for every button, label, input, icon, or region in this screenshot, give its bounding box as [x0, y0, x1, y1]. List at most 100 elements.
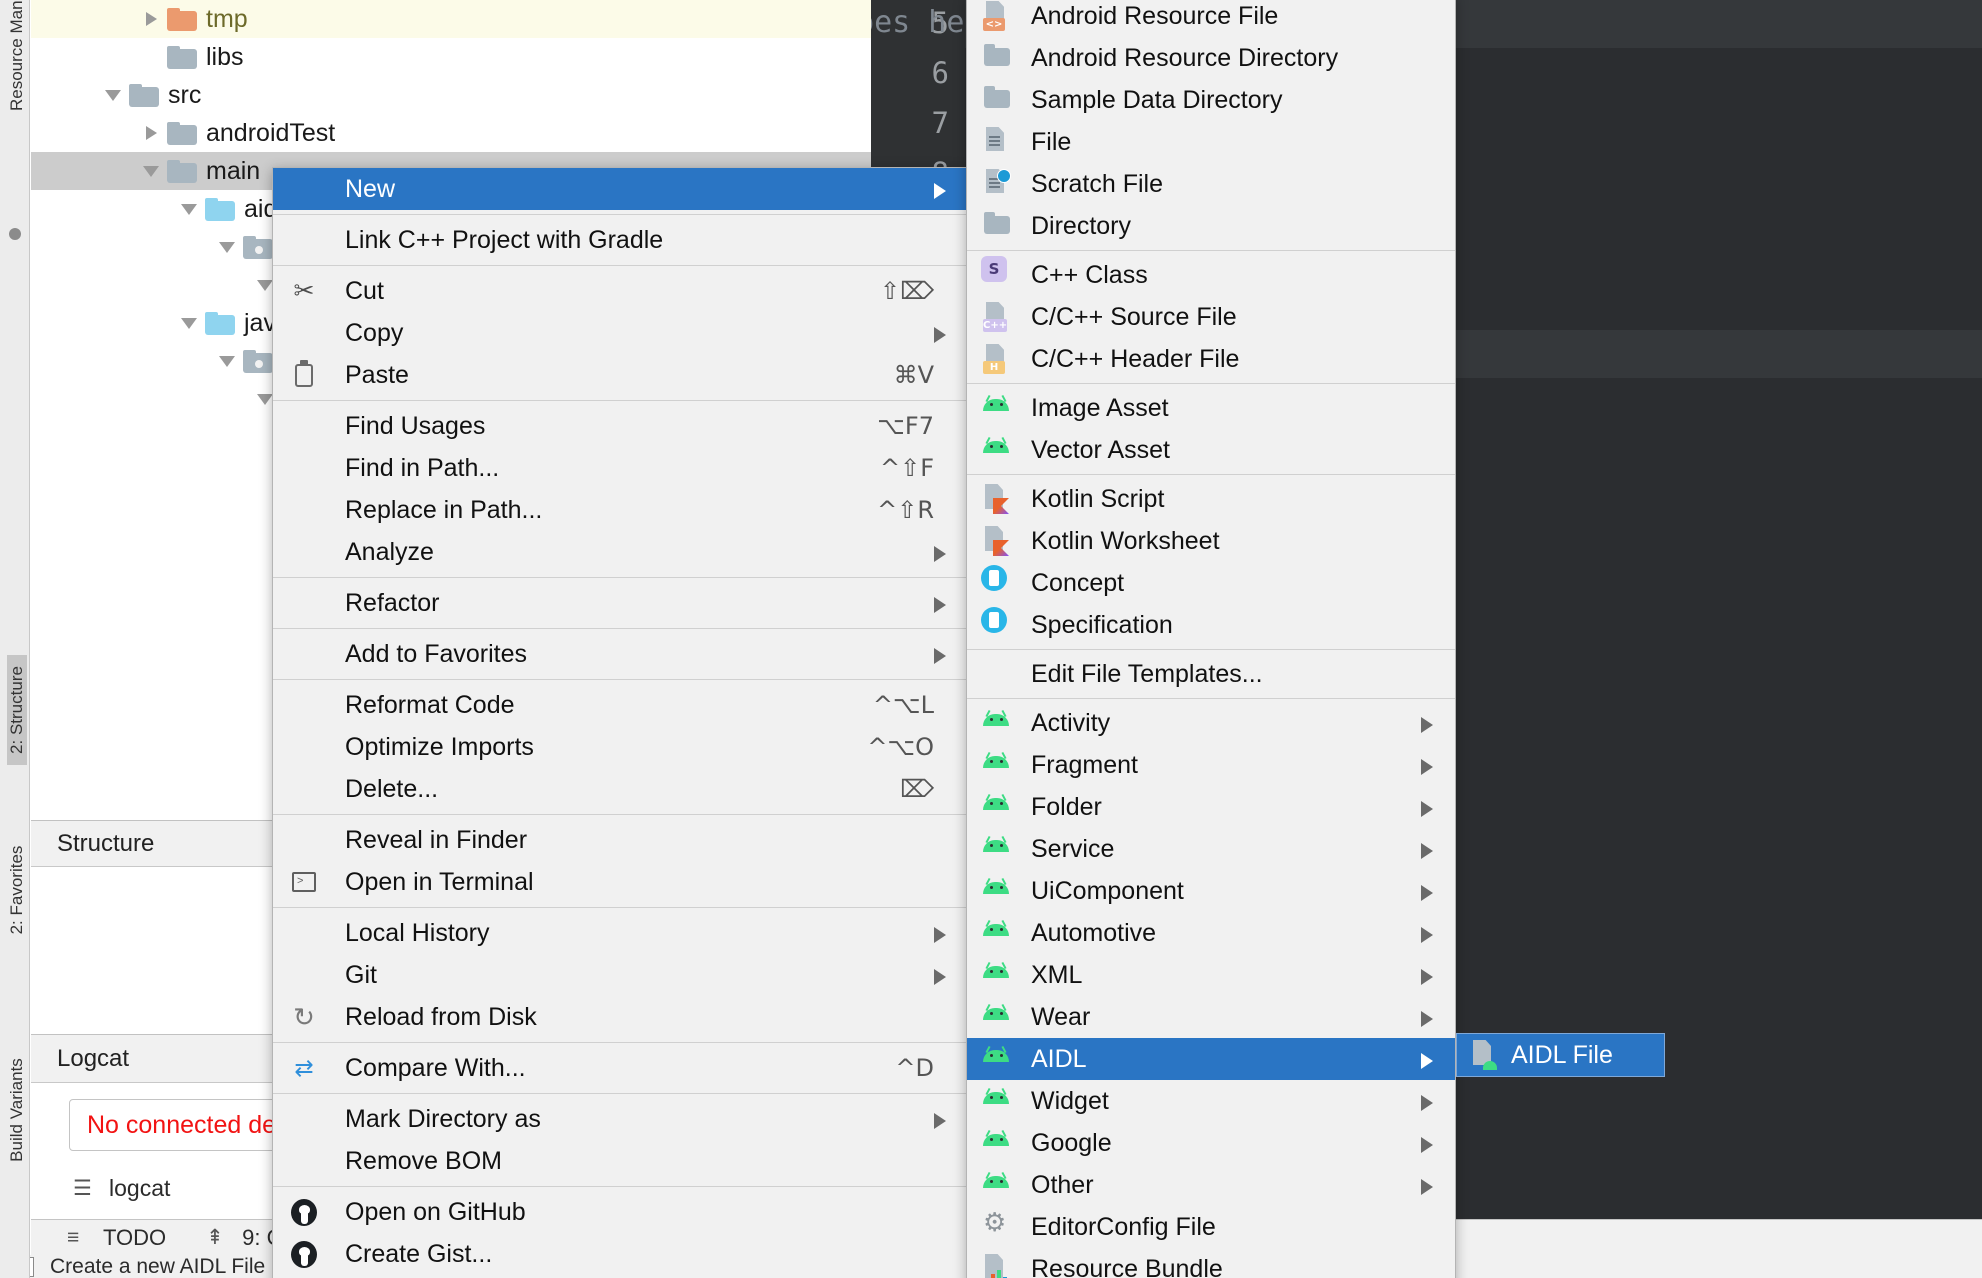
folder-icon — [243, 235, 273, 259]
chevron-right-icon[interactable] — [141, 8, 163, 30]
logcat-tab[interactable]: ☰ logcat — [73, 1175, 170, 1202]
context-menu-item-add-to-favorites[interactable]: Add to Favorites — [273, 633, 968, 675]
android-icon — [981, 394, 1011, 411]
context-menu-item-git[interactable]: Git — [273, 954, 968, 996]
new-submenu-item-wear[interactable]: Wear — [967, 996, 1455, 1038]
new-submenu-item-specification[interactable]: Specification — [967, 604, 1455, 646]
context-menu-item-reveal-in-finder[interactable]: Reveal in Finder — [273, 819, 968, 861]
new-submenu-item-c++-class[interactable]: S C++ Class — [967, 254, 1455, 296]
menu-separator — [967, 649, 1455, 650]
context-menu-item-reformat-code[interactable]: Reformat Code ^⌥L — [273, 684, 968, 726]
menu-separator — [273, 814, 968, 815]
branch-icon: ⇞ — [206, 1226, 224, 1249]
left-tool-strip[interactable]: Resource Manager 2: Structure 2: Favorit… — [0, 0, 30, 1278]
chevron-right-icon — [1421, 1011, 1433, 1027]
new-submenu-item-editorconfig-file[interactable]: ⚙ EditorConfig File — [967, 1206, 1455, 1248]
new-submenu-item-label: XML — [1031, 960, 1083, 989]
compare-icon: ⇄ — [294, 1054, 314, 1081]
context-menu-item-reload-from-disk[interactable]: ↻ Reload from Disk — [273, 996, 968, 1038]
new-submenu-item-scratch-file[interactable]: Scratch File — [967, 163, 1455, 205]
bottom-tab-todo[interactable]: ≡ TODO — [67, 1225, 166, 1251]
context-menu-item-paste[interactable]: Paste ⌘V — [273, 354, 968, 396]
new-submenu-item-concept[interactable]: Concept — [967, 562, 1455, 604]
chevron-down-icon[interactable] — [179, 312, 201, 334]
bottom-tab-todo-label: TODO — [103, 1224, 167, 1250]
context-menu-item-find-usages[interactable]: Find Usages ⌥F7 — [273, 405, 968, 447]
new-submenu-item-label: Automotive — [1031, 918, 1157, 947]
new-submenu-item-file[interactable]: File — [967, 121, 1455, 163]
tool-tab-resource-manager[interactable]: Resource Manager — [7, 0, 27, 111]
new-submenu-item-vector-asset[interactable]: Vector Asset — [967, 429, 1455, 471]
new-submenu-item-label: Android Resource File — [1031, 1, 1279, 30]
new-submenu-item-uicomponent[interactable]: UiComponent — [967, 870, 1455, 912]
tool-tab-build-variants[interactable]: Build Variants — [7, 1055, 27, 1165]
android-icon — [981, 436, 1011, 453]
context-menu-item-new[interactable]: New — [273, 168, 968, 210]
new-submenu-item-c/c++-header-file[interactable]: H C/C++ Header File — [967, 338, 1455, 380]
new-submenu-item-android-resource-directory[interactable]: Android Resource Directory — [967, 37, 1455, 79]
menu-separator — [967, 474, 1455, 475]
tool-tab-favorites[interactable]: 2: Favorites — [7, 835, 27, 945]
tree-row[interactable]: tmp — [31, 0, 871, 38]
context-menu-item-open-on-github[interactable]: Open on GitHub — [273, 1191, 968, 1233]
new-submenu-item-service[interactable]: Service — [967, 828, 1455, 870]
aidl-submenu-item-aidl-file[interactable]: AIDL File — [1456, 1033, 1665, 1077]
chevron-down-icon[interactable] — [217, 236, 239, 258]
context-menu-item-shortcut: ⇧⌦ — [879, 277, 934, 305]
context-menu-item-replace-in-path[interactable]: Replace in Path... ^⇧R — [273, 489, 968, 531]
new-submenu[interactable]: <> Android Resource File Android Resource … — [966, 0, 1456, 1278]
new-submenu-item-label: UiComponent — [1031, 876, 1184, 905]
new-submenu-item-label: Directory — [1031, 211, 1132, 240]
new-submenu-item-folder[interactable]: Folder — [967, 786, 1455, 828]
context-menu-item-cut[interactable]: ✂ Cut ⇧⌦ — [273, 270, 968, 312]
chevron-down-icon[interactable] — [103, 84, 125, 106]
tree-row[interactable]: libs — [31, 38, 871, 76]
context-menu-item-label: Remove BOM — [345, 1146, 502, 1175]
new-submenu-item-other[interactable]: Other — [967, 1164, 1455, 1206]
new-submenu-item-google[interactable]: Google — [967, 1122, 1455, 1164]
context-menu-item-open-in-terminal[interactable]: Open in Terminal — [273, 861, 968, 903]
new-submenu-item-android-resource-file[interactable]: <> Android Resource File — [967, 0, 1455, 37]
aidl-file-label: AIDL File — [1511, 1040, 1613, 1069]
context-menu[interactable]: New Link C++ Project with Gradle ✂ Cut ⇧⌦ Cop… — [272, 167, 969, 1278]
tree-row[interactable]: src — [31, 76, 871, 114]
new-submenu-item-c/c++-source-file[interactable]: C++ C/C++ Source File — [967, 296, 1455, 338]
new-submenu-item-activity[interactable]: Activity — [967, 702, 1455, 744]
folder-icon — [205, 197, 235, 221]
new-submenu-item-kotlin-worksheet[interactable]: Kotlin Worksheet — [967, 520, 1455, 562]
new-submenu-item-sample-data-directory[interactable]: Sample Data Directory — [967, 79, 1455, 121]
new-submenu-item-aidl[interactable]: AIDL — [967, 1038, 1455, 1080]
context-menu-item-remove-bom[interactable]: Remove BOM — [273, 1140, 968, 1182]
context-menu-item-find-in-path[interactable]: Find in Path... ^⇧F — [273, 447, 968, 489]
new-submenu-item-xml[interactable]: XML — [967, 954, 1455, 996]
context-menu-item-local-history[interactable]: Local History — [273, 912, 968, 954]
new-submenu-item-image-asset[interactable]: Image Asset — [967, 387, 1455, 429]
context-menu-item-create-gist[interactable]: Create Gist... — [273, 1233, 968, 1275]
android-icon — [981, 1045, 1011, 1062]
new-submenu-item-edit-file-templates[interactable]: Edit File Templates... — [967, 653, 1455, 695]
context-menu-item-label: Mark Directory as — [345, 1104, 541, 1133]
chevron-right-icon — [1421, 1053, 1433, 1069]
context-menu-item-shortcut: ^⇧F — [879, 454, 934, 482]
tool-tab-structure[interactable]: 2: Structure — [7, 655, 27, 765]
context-menu-item-analyze[interactable]: Analyze — [273, 531, 968, 573]
context-menu-item-refactor[interactable]: Refactor — [273, 582, 968, 624]
new-submenu-item-directory[interactable]: Directory — [967, 205, 1455, 247]
chevron-down-icon[interactable] — [141, 160, 163, 182]
chevron-right-icon[interactable] — [141, 122, 163, 144]
context-menu-item-mark-directory-as[interactable]: Mark Directory as — [273, 1098, 968, 1140]
new-submenu-item-resource-bundle[interactable]: Resource Bundle — [967, 1248, 1455, 1278]
tree-row[interactable]: androidTest — [31, 114, 871, 152]
chevron-down-icon[interactable] — [179, 198, 201, 220]
context-menu-item-compare-with[interactable]: ⇄ Compare With... ^D — [273, 1047, 968, 1089]
new-submenu-item-kotlin-script[interactable]: Kotlin Script — [967, 478, 1455, 520]
new-submenu-item-fragment[interactable]: Fragment — [967, 744, 1455, 786]
context-menu-item-optimize-imports[interactable]: Optimize Imports ^⌥O — [273, 726, 968, 768]
context-menu-item-label: Delete... — [345, 774, 439, 803]
chevron-down-icon[interactable] — [217, 350, 239, 372]
new-submenu-item-widget[interactable]: Widget — [967, 1080, 1455, 1122]
context-menu-item-copy[interactable]: Copy — [273, 312, 968, 354]
context-menu-item-link-c-project-with-gradle[interactable]: Link C++ Project with Gradle — [273, 219, 968, 261]
new-submenu-item-automotive[interactable]: Automotive — [967, 912, 1455, 954]
context-menu-item-delete[interactable]: Delete... ⌦ — [273, 768, 968, 810]
